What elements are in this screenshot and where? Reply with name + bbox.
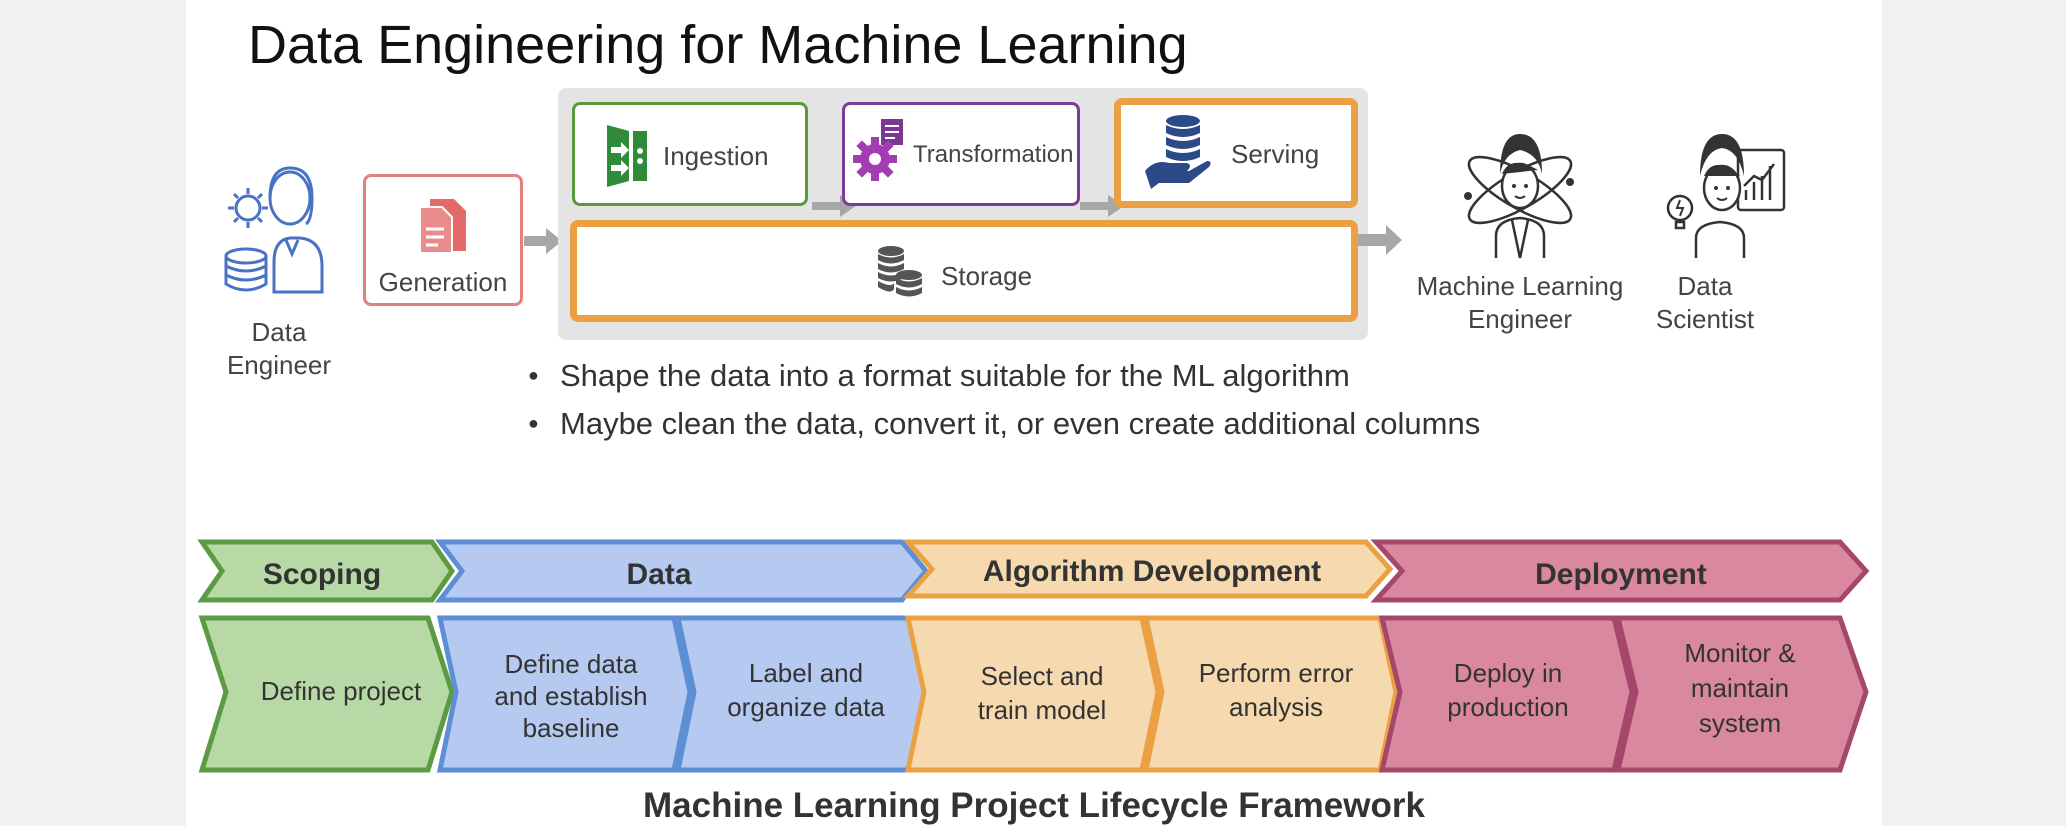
step-label: Define data bbox=[505, 649, 639, 679]
gear-document-icon bbox=[853, 119, 903, 181]
transformation-label: Transformation bbox=[913, 141, 1074, 168]
phase-label: Deployment bbox=[1535, 558, 1707, 591]
storage-label: Storage bbox=[941, 261, 1033, 291]
step-label: production bbox=[1447, 692, 1568, 722]
step-label: train model bbox=[978, 695, 1107, 725]
ingestion-icon bbox=[607, 125, 647, 187]
step-label: Deploy in bbox=[1454, 658, 1562, 688]
step-label: organize data bbox=[727, 692, 885, 722]
ml-engineer-label-line1: Machine Learning bbox=[1416, 271, 1624, 301]
ingestion-label: Ingestion bbox=[663, 141, 769, 171]
ml-engineer-label-line2: Engineer bbox=[1467, 304, 1573, 334]
step-label: analysis bbox=[1229, 692, 1323, 722]
phase-label: Data bbox=[626, 558, 691, 591]
bullet-item: Shape the data into a format suitable fo… bbox=[528, 358, 1350, 394]
step-label: Monitor & bbox=[1684, 638, 1795, 668]
serving-box: Serving bbox=[1114, 98, 1358, 208]
phase-label: Scoping bbox=[263, 558, 381, 591]
step-label: and establish bbox=[494, 681, 647, 711]
data-scientist-label-line1: Data bbox=[1677, 271, 1733, 301]
lifecycle-diagram: Scoping Data Algorithm Development Deplo… bbox=[197, 539, 1870, 773]
bullet-item: Maybe clean the data, convert it, or eve… bbox=[528, 406, 1480, 442]
generation-box: Generation bbox=[363, 174, 523, 306]
document-icon bbox=[419, 199, 466, 254]
serving-database-icon bbox=[1145, 115, 1211, 189]
data-scientist-icon bbox=[1666, 134, 1786, 258]
coins-stack-icon bbox=[878, 246, 922, 297]
step-label: maintain bbox=[1691, 673, 1789, 703]
data-scientist-label-line2: Scientist bbox=[1655, 304, 1755, 334]
data-engineer-label-line2: Engineer bbox=[226, 350, 332, 380]
slide: Data Engineering for Machine Learning Da… bbox=[186, 0, 1882, 826]
step-chevron bbox=[904, 615, 1161, 773]
step-label: Define project bbox=[261, 676, 422, 706]
step-label: Label and bbox=[749, 658, 863, 688]
generation-label: Generation bbox=[378, 267, 508, 297]
phase-label: Algorithm Development bbox=[983, 555, 1321, 588]
serving-label: Serving bbox=[1231, 139, 1320, 169]
transformation-box: Transformation bbox=[842, 102, 1080, 206]
page-title: Data Engineering for Machine Learning bbox=[248, 15, 1188, 75]
ingestion-box: Ingestion bbox=[572, 102, 808, 206]
arrow-right-icon bbox=[1358, 225, 1402, 255]
lifecycle-caption: Machine Learning Project Lifecycle Frame… bbox=[643, 786, 1425, 825]
storage-box: Storage bbox=[570, 220, 1358, 322]
step-label: Select and bbox=[981, 661, 1104, 691]
data-engineer-icon bbox=[224, 166, 324, 294]
data-engineer-label-line1: Data bbox=[251, 317, 307, 347]
step-label: baseline bbox=[523, 713, 620, 743]
step-label: Perform error bbox=[1199, 658, 1354, 688]
step-label: system bbox=[1699, 708, 1781, 738]
machine-learning-engineer-icon bbox=[1464, 134, 1574, 259]
